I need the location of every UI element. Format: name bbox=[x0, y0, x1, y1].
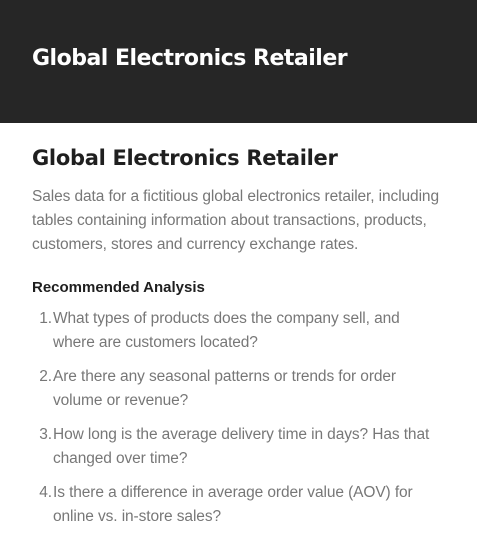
header-title: Global Electronics Retailer bbox=[32, 46, 348, 71]
analysis-item: 3. How long is the average delivery time… bbox=[32, 423, 445, 471]
analysis-item-number: 4. bbox=[39, 484, 52, 501]
analysis-item-number: 3. bbox=[39, 426, 52, 443]
analysis-item: 4. Is there a difference in average orde… bbox=[32, 481, 445, 529]
recommended-analysis-heading: Recommended Analysis bbox=[32, 279, 205, 296]
analysis-item-text: Are there any seasonal patterns or trend… bbox=[53, 368, 396, 409]
page-title: Global Electronics Retailer bbox=[32, 146, 338, 170]
main-content: Global Electronics Retailer Sales data f… bbox=[0, 123, 477, 529]
analysis-item-text: Is there a difference in average order v… bbox=[53, 484, 413, 525]
analysis-item: 2. Are there any seasonal patterns or tr… bbox=[32, 365, 445, 413]
analysis-item-number: 1. bbox=[39, 310, 52, 327]
dataset-description: Sales data for a fictitious global elect… bbox=[32, 188, 439, 253]
recommended-analysis-list: 1. What types of products does the compa… bbox=[32, 307, 445, 529]
analysis-item-text: What types of products does the company … bbox=[53, 310, 400, 351]
analysis-item: 1. What types of products does the compa… bbox=[32, 307, 445, 355]
analysis-item-number: 2. bbox=[39, 368, 52, 385]
analysis-item-text: How long is the average delivery time in… bbox=[53, 426, 430, 467]
page-header: Global Electronics Retailer bbox=[0, 0, 477, 123]
